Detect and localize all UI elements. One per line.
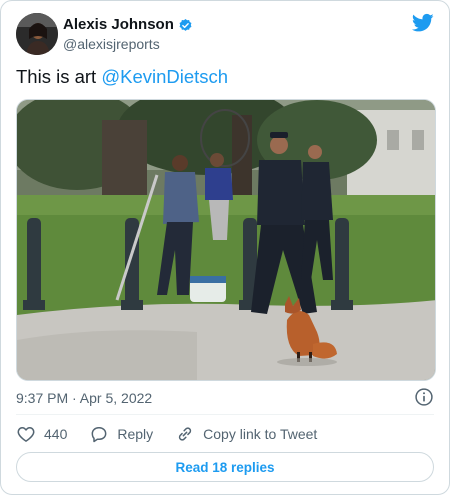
reply-label: Reply: [117, 426, 154, 442]
avatar[interactable]: [16, 13, 58, 55]
tweet-header: Alexis Johnson @alexisjreports: [16, 13, 434, 57]
avatar-icon: [16, 13, 58, 55]
display-name[interactable]: Alexis Johnson: [63, 16, 193, 34]
copy-link-label: Copy link to Tweet: [203, 426, 318, 442]
photo-icon: [17, 100, 435, 380]
user-handle[interactable]: @alexisjreports: [63, 35, 193, 53]
read-replies-label: Read 18 replies: [175, 459, 275, 475]
read-replies-button[interactable]: Read 18 replies: [16, 452, 434, 482]
tweet-body: This is art: [16, 66, 102, 87]
tweet-actions: 440 Reply Copy link to Tweet: [16, 423, 339, 445]
twitter-bird-icon[interactable]: [412, 13, 434, 33]
display-name-text[interactable]: Alexis Johnson: [63, 16, 174, 34]
heart-icon: [17, 427, 35, 442]
like-button[interactable]: 440: [16, 424, 67, 444]
link-icon: [179, 427, 192, 441]
info-icon[interactable]: [414, 387, 434, 407]
tweet-text: This is art @KevinDietsch: [16, 65, 228, 89]
tweet-card: Alexis Johnson @alexisjreports This is a…: [0, 0, 450, 495]
reply-bubble-icon: [91, 427, 107, 443]
tweet-photo[interactable]: [16, 99, 436, 381]
tweet-timestamp[interactable]: 9:37 PM · Apr 5, 2022: [16, 389, 152, 407]
reply-button[interactable]: Reply: [89, 424, 153, 444]
copy-link-button[interactable]: Copy link to Tweet: [175, 424, 317, 444]
divider: [16, 414, 434, 415]
verified-badge-icon: [179, 18, 192, 31]
like-count: 440: [44, 426, 68, 442]
mention-link[interactable]: @KevinDietsch: [101, 66, 228, 87]
user-names: Alexis Johnson @alexisjreports: [63, 16, 193, 53]
